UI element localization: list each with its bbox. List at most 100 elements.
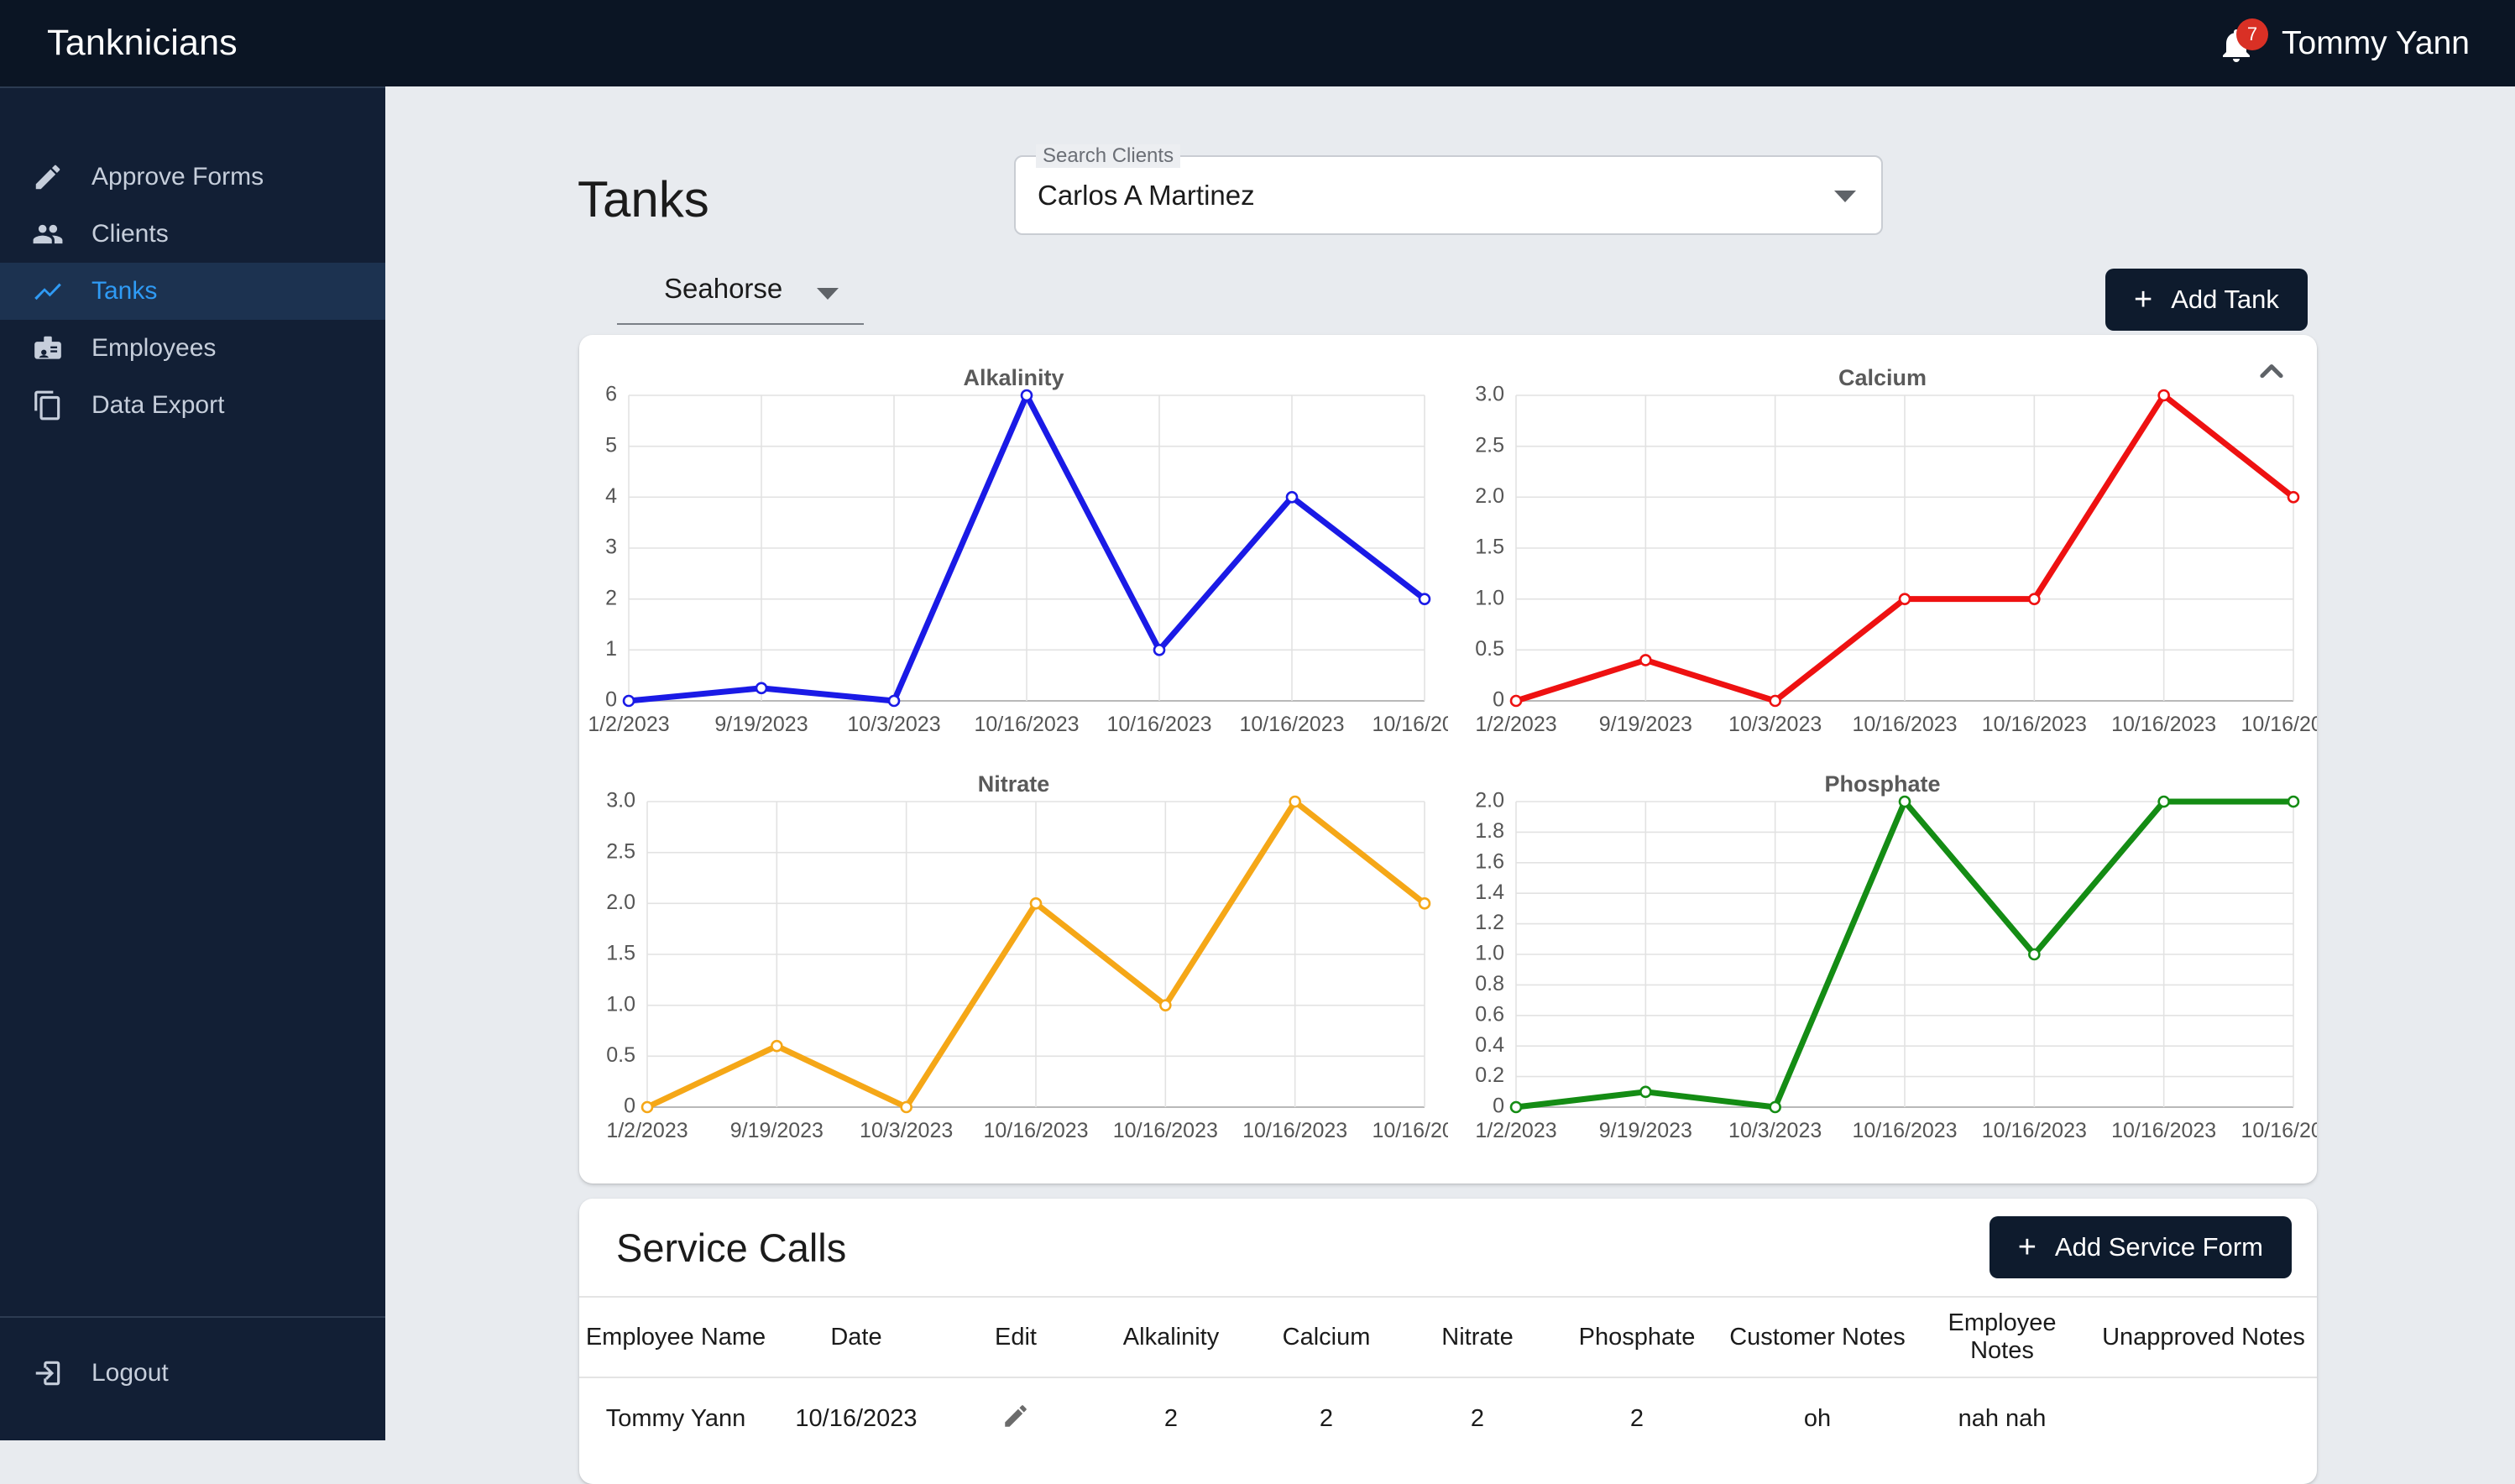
x-tick-label: 10/16/2023 [1982, 1119, 2087, 1142]
y-tick-label: 2.0 [1475, 484, 1504, 508]
y-tick-label: 0.5 [1475, 637, 1504, 661]
sidebar-item-approve-forms[interactable]: Approve Forms [0, 149, 385, 206]
service-calls-header: Service Calls + Add Service Form [579, 1199, 2317, 1296]
tank-select[interactable]: Seahorse [617, 273, 864, 325]
notifications-badge: 7 [2236, 18, 2269, 50]
table-column-header: Calcium [1251, 1296, 1402, 1378]
plus-icon: + [2017, 1230, 2037, 1265]
data-point [1159, 999, 1172, 1011]
table-body: Tommy Yann 10/16/2023 2 2 2 2 oh nah nah [579, 1377, 2317, 1460]
table-row: Tommy Yann 10/16/2023 2 2 2 2 oh nah nah [579, 1377, 2317, 1460]
add-service-form-button[interactable]: + Add Service Form [1989, 1216, 2292, 1278]
data-point [1769, 1100, 1781, 1114]
data-point [1898, 795, 1911, 808]
edit-row-button[interactable] [940, 1377, 1091, 1460]
line-chart-icon [31, 274, 65, 308]
table-column-header: Unapproved Notes [2090, 1296, 2317, 1378]
y-tick-label: 3 [605, 536, 617, 559]
x-tick-label: 10/16/2023 [1982, 713, 2087, 736]
sidebar-item-clients[interactable]: Clients [0, 206, 385, 263]
x-tick-label: 10/16/2023 [1239, 713, 1344, 736]
sidebar-item-employees[interactable]: Employees [0, 320, 385, 377]
y-tick-label: 1.6 [1475, 849, 1504, 873]
chart-plot: 0 0.5 1.0 1.5 2.0 2.5 3.0 1/2/2023 9/19/2023 10/3… [1475, 383, 2317, 736]
x-tick-label: 9/19/2023 [1599, 1119, 1692, 1142]
charts-card: Alkalinity 0 1 2 3 4 5 6 1/2/2023 9/19/2023 10/3/2… [579, 335, 2317, 1184]
table-cell-date: 10/16/2023 [795, 1405, 918, 1432]
people-icon [31, 217, 65, 251]
y-tick-label: 3.0 [606, 789, 635, 813]
service-calls-title: Service Calls [616, 1225, 847, 1270]
plus-icon: + [2134, 282, 2153, 317]
y-tick-label: 1.0 [1475, 586, 1504, 609]
y-tick-label: 2.0 [1475, 789, 1504, 813]
x-tick-label: 10/16/2023 [1372, 713, 1448, 736]
y-tick-label: 0.6 [1475, 1002, 1504, 1026]
y-tick-label: 0.4 [1475, 1033, 1504, 1057]
data-point [755, 682, 768, 695]
table-column-header: Edit [940, 1296, 1091, 1378]
x-tick-label: 10/16/2023 [2111, 1119, 2216, 1142]
sidebar-item-logout[interactable]: Logout [0, 1345, 385, 1402]
copy-icon [31, 389, 65, 422]
data-point [2157, 389, 2170, 402]
sidebar-item-label: Employees [92, 334, 217, 362]
table-cell-calcium: 2 [1319, 1405, 1334, 1432]
x-tick-label: 9/19/2023 [730, 1119, 824, 1142]
data-point [1029, 897, 1043, 910]
table-cell-employee-name: Tommy Yann [605, 1405, 746, 1432]
data-point [1418, 593, 1431, 605]
data-point [2028, 948, 2041, 961]
sidebar-item-tanks[interactable]: Tanks [0, 263, 385, 320]
y-tick-label: 1.4 [1475, 880, 1504, 904]
logout-icon [31, 1356, 65, 1390]
pencil-icon [31, 160, 65, 194]
chart-calcium: Calcium 0 0.5 1.0 1.5 2.0 2.5 3.0 1/2/2023 9/19/2… [1448, 362, 2317, 768]
search-clients-value: Carlos A Martinez [1038, 180, 1255, 211]
chevron-down-icon[interactable] [1834, 191, 1856, 202]
chevron-down-icon[interactable] [817, 288, 839, 300]
search-clients-field[interactable]: Search Clients Carlos A Martinez [1014, 144, 1883, 235]
y-tick-label: 0.5 [606, 1043, 635, 1067]
chart-plot: 0 0.5 1.0 1.5 2.0 2.5 3.0 1/2/2023 9/19/2023 10/3… [606, 789, 1448, 1142]
data-point [900, 1100, 912, 1114]
table-header-row: Employee Name Date Edit Alkalinity Calcium Ni… [579, 1296, 2317, 1378]
table-cell-phosphate: 2 [1629, 1405, 1644, 1432]
y-tick-label: 2.5 [606, 839, 635, 863]
data-point [1153, 644, 1166, 656]
notifications-button[interactable]: 7 [2216, 18, 2269, 65]
pencil-icon [1005, 1404, 1027, 1427]
x-tick-label: 10/16/2023 [983, 1119, 1088, 1142]
search-clients-label: Search Clients [1036, 144, 1181, 168]
table-cell-nitrate: 2 [1470, 1405, 1485, 1432]
data-point [887, 694, 901, 708]
table-column-header: Customer Notes [1721, 1296, 1914, 1378]
x-tick-label: 1/2/2023 [588, 713, 669, 736]
y-tick-label: 0 [605, 688, 617, 712]
y-tick-label: 2.0 [606, 891, 635, 914]
y-tick-label: 0.2 [1475, 1063, 1504, 1087]
chart-plot: 0 0.2 0.4 0.6 0.8 1.0 1.2 1.4 1.6 1.8 2.0 1/2/2023 9… [1475, 789, 2317, 1142]
table-column-header: Employee Notes [1914, 1296, 2090, 1378]
page-title: Tanks [578, 171, 709, 227]
x-tick-label: 10/3/2023 [1728, 1119, 1822, 1142]
x-tick-label: 1/2/2023 [1475, 713, 1556, 736]
x-tick-label: 10/3/2023 [1728, 713, 1822, 736]
table-column-header: Employee Name [579, 1296, 772, 1378]
user-name-label[interactable]: Tommy Yann [2282, 25, 2470, 62]
data-point [1289, 795, 1301, 808]
x-tick-label: 10/16/2023 [1106, 713, 1211, 736]
add-tank-button[interactable]: + Add Tank [2105, 269, 2308, 331]
y-tick-label: 2.5 [1475, 433, 1504, 457]
sidebar-item-data-export[interactable]: Data Export [0, 377, 385, 434]
data-point [1898, 593, 1911, 605]
x-tick-label: 10/16/2023 [1372, 1119, 1448, 1142]
y-tick-label: 1.5 [606, 942, 635, 965]
sidebar-item-label: Approve Forms [92, 163, 264, 191]
chart-plot: 0 1 2 3 4 5 6 1/2/2023 9/19/2023 10/3/2023 10/16/2… [588, 383, 1448, 736]
app-brand-title: Tanknicians [47, 23, 238, 63]
x-tick-label: 10/3/2023 [860, 1119, 953, 1142]
data-point [1285, 491, 1299, 504]
y-tick-label: 1.0 [1475, 942, 1504, 965]
chart-alkalinity: Alkalinity 0 1 2 3 4 5 6 1/2/2023 9/19/2023 10/3/2… [579, 362, 1448, 768]
